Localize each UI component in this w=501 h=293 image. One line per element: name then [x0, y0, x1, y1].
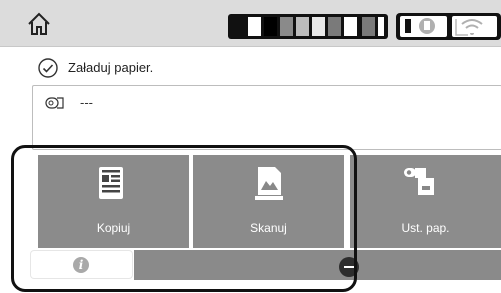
- paper-settings-label: Ust. pap.: [401, 221, 450, 235]
- info-icon: i: [73, 257, 89, 273]
- scan-icon: [255, 167, 283, 200]
- printer-control-panel: Załaduj papier. --- Kopiuj Skanuj Ust. p…: [0, 0, 501, 293]
- paper-info-panel[interactable]: ---: [32, 85, 501, 150]
- scan-label: Skanuj: [250, 221, 287, 235]
- home-icon[interactable]: [26, 11, 52, 37]
- ink-levels-icon[interactable]: [228, 14, 388, 39]
- minus-icon[interactable]: [339, 257, 359, 277]
- check-circle-icon: [38, 58, 58, 78]
- paper-value: ---: [80, 95, 93, 110]
- info-button[interactable]: i: [31, 251, 132, 278]
- status-message-text: Załaduj papier.: [68, 60, 154, 75]
- paper-roll-icon: [45, 97, 64, 109]
- copy-icon: [99, 167, 123, 199]
- printer-info-icon[interactable]: [396, 13, 501, 40]
- top-status-bar: [0, 0, 501, 47]
- copy-label: Kopiuj: [96, 221, 131, 235]
- scan-tile[interactable]: Skanuj: [193, 155, 344, 248]
- paper-settings-icon: [404, 168, 434, 195]
- bottom-bar: [134, 250, 501, 280]
- status-message-row: Załaduj papier.: [30, 57, 501, 87]
- paper-settings-tile[interactable]: Ust. pap.: [350, 155, 501, 248]
- copy-tile[interactable]: Kopiuj: [38, 155, 189, 248]
